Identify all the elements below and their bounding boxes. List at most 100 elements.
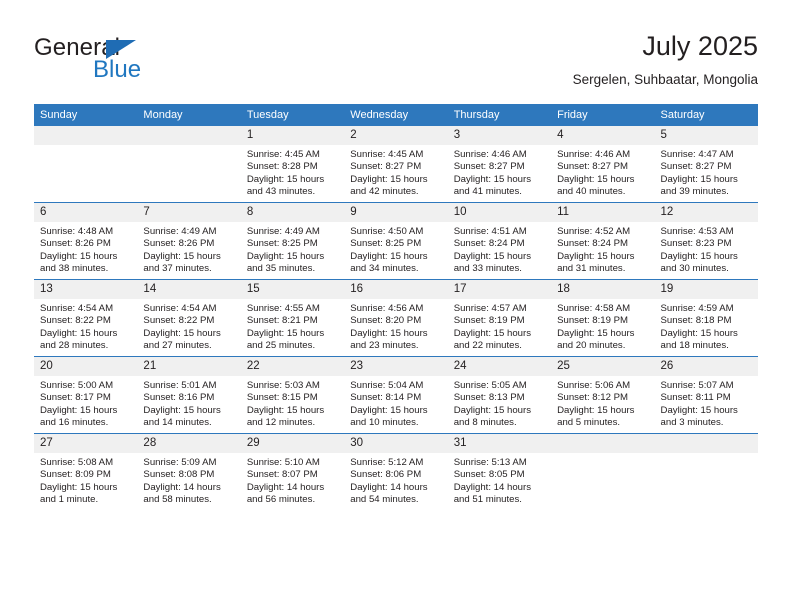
- day-details: Sunrise: 4:59 AM Sunset: 8:18 PM Daylight:…: [655, 299, 758, 353]
- calendar-day-cell[interactable]: 2 Sunrise: 4:45 AM Sunset: 8:27 PM Daylight…: [344, 126, 448, 203]
- day-cell-inner: 17 Sunrise: 4:57 AM Sunset: 8:19 PM Dayligh…: [447, 280, 552, 356]
- daylight-text-line1: Daylight: 15 hours: [660, 173, 738, 185]
- sunset-text: Sunset: 8:25 PM: [350, 238, 422, 250]
- day-number: 15: [240, 280, 345, 299]
- daylight-text-line2: and 31 minutes.: [557, 263, 626, 275]
- calendar-day-cell[interactable]: 7 Sunrise: 4:49 AM Sunset: 8:26 PM Daylight…: [137, 202, 241, 280]
- day-details: Sunrise: 4:46 AM Sunset: 8:27 PM Daylight:…: [551, 145, 654, 199]
- calendar-day-cell[interactable]: 9 Sunrise: 4:50 AM Sunset: 8:25 PM Daylight…: [344, 202, 448, 280]
- daylight-text-line2: and 42 minutes.: [350, 186, 419, 198]
- daylight-text-line1: Daylight: 15 hours: [143, 327, 221, 339]
- daylight-text-line1: Daylight: 15 hours: [143, 250, 221, 262]
- sunrise-text: Sunrise: 4:51 AM: [453, 226, 527, 237]
- day-details: Sunrise: 5:04 AM Sunset: 8:14 PM Daylight:…: [344, 376, 447, 430]
- day-cell-inner: 8 Sunrise: 4:49 AM Sunset: 8:25 PM Daylight…: [240, 203, 345, 279]
- day-number: 1: [240, 126, 345, 145]
- calendar-day-cell[interactable]: 29 Sunrise: 5:10 AM Sunset: 8:07 PM Dayligh…: [240, 433, 345, 510]
- calendar-day-cell[interactable]: 23 Sunrise: 5:04 AM Sunset: 8:14 PM Dayligh…: [344, 356, 448, 434]
- daylight-text-line2: and 40 minutes.: [557, 186, 626, 198]
- calendar-day-cell[interactable]: 8 Sunrise: 4:49 AM Sunset: 8:25 PM Daylight…: [240, 202, 345, 280]
- calendar-day-cell[interactable]: 13 Sunrise: 4:54 AM Sunset: 8:22 PM Dayligh…: [34, 279, 138, 357]
- day-details: Sunrise: 4:54 AM Sunset: 8:22 PM Daylight:…: [137, 299, 240, 353]
- sunrise-text: Sunrise: 4:48 AM: [40, 226, 114, 237]
- daylight-text-line1: Daylight: 14 hours: [246, 481, 325, 493]
- day-number: 3: [447, 126, 552, 145]
- sunrise-text: Sunrise: 4:46 AM: [557, 149, 631, 160]
- day-number: 27: [34, 434, 138, 453]
- calendar-day-cell[interactable]: 30 Sunrise: 5:12 AM Sunset: 8:06 PM Dayligh…: [344, 433, 448, 510]
- daylight-text-line2: and 56 minutes.: [246, 494, 316, 506]
- day-details: Sunrise: 5:12 AM Sunset: 8:06 PM Daylight:…: [344, 453, 447, 507]
- sunset-text: Sunset: 8:09 PM: [40, 469, 111, 481]
- daylight-text-line2: and 23 minutes.: [350, 340, 419, 352]
- calendar-day-cell[interactable]: 31 Sunrise: 5:13 AM Sunset: 8:05 PM Dayligh…: [447, 433, 552, 510]
- day-number: 10: [447, 203, 552, 222]
- daylight-text-line2: and 38 minutes.: [40, 263, 109, 275]
- sunrise-text: Sunrise: 5:00 AM: [40, 380, 114, 391]
- calendar-day-cell[interactable]: 16 Sunrise: 4:56 AM Sunset: 8:20 PM Dayligh…: [344, 279, 448, 357]
- calendar-day-cell[interactable]: 25 Sunrise: 5:06 AM Sunset: 8:12 PM Dayligh…: [551, 356, 655, 434]
- sunset-text: Sunset: 8:25 PM: [246, 238, 318, 250]
- calendar-day-cell[interactable]: 6 Sunrise: 4:48 AM Sunset: 8:26 PM Daylight…: [34, 202, 138, 280]
- calendar-day-cell[interactable]: 24 Sunrise: 5:05 AM Sunset: 8:13 PM Dayligh…: [447, 356, 552, 434]
- calendar-day-cell[interactable]: 27 Sunrise: 5:08 AM Sunset: 8:09 PM Dayligh…: [34, 433, 138, 510]
- calendar-day-cell[interactable]: 1 Sunrise: 4:45 AM Sunset: 8:28 PM Daylight…: [240, 126, 345, 203]
- calendar-day-cell[interactable]: 20 Sunrise: 5:00 AM Sunset: 8:17 PM Dayligh…: [34, 356, 138, 434]
- daylight-text-line1: Daylight: 15 hours: [350, 327, 428, 339]
- day-details: [34, 145, 137, 149]
- day-details: Sunrise: 4:54 AM Sunset: 8:22 PM Daylight:…: [34, 299, 137, 353]
- sunset-text: Sunset: 8:23 PM: [660, 238, 732, 250]
- day-details: Sunrise: 4:50 AM Sunset: 8:25 PM Daylight:…: [344, 222, 447, 276]
- day-details: Sunrise: 4:46 AM Sunset: 8:27 PM Daylight:…: [448, 145, 551, 199]
- calendar-day-cell[interactable]: 15 Sunrise: 4:55 AM Sunset: 8:21 PM Dayligh…: [240, 279, 345, 357]
- calendar-day-cell[interactable]: 17 Sunrise: 4:57 AM Sunset: 8:19 PM Dayligh…: [447, 279, 552, 357]
- daylight-text-line2: and 10 minutes.: [350, 417, 419, 429]
- sunset-text: Sunset: 8:06 PM: [350, 469, 422, 481]
- day-number: [34, 126, 138, 145]
- calendar-day-cell[interactable]: 3 Sunrise: 4:46 AM Sunset: 8:27 PM Daylight…: [447, 126, 552, 203]
- day-number: 5: [654, 126, 758, 145]
- day-number: [551, 434, 655, 453]
- sunset-text: Sunset: 8:22 PM: [143, 315, 215, 327]
- daylight-text-line2: and 1 minute.: [40, 494, 99, 506]
- day-cell-inner: 23 Sunrise: 5:04 AM Sunset: 8:14 PM Dayligh…: [344, 357, 448, 433]
- day-number: 18: [551, 280, 655, 299]
- day-details: Sunrise: 4:45 AM Sunset: 8:27 PM Daylight:…: [344, 145, 447, 199]
- sunset-text: Sunset: 8:19 PM: [557, 315, 629, 327]
- sunrise-text: Sunrise: 4:46 AM: [453, 149, 527, 160]
- calendar-day-cell[interactable]: 12 Sunrise: 4:53 AM Sunset: 8:23 PM Dayligh…: [654, 202, 758, 280]
- day-details: Sunrise: 5:09 AM Sunset: 8:08 PM Daylight:…: [137, 453, 240, 507]
- sunrise-text: Sunrise: 5:09 AM: [143, 457, 217, 468]
- calendar-day-cell[interactable]: 10 Sunrise: 4:51 AM Sunset: 8:24 PM Dayligh…: [447, 202, 552, 280]
- weekday-header: Sunday Monday Tuesday Wednesday Thursday…: [34, 104, 758, 126]
- calendar-day-cell[interactable]: 22 Sunrise: 5:03 AM Sunset: 8:15 PM Dayligh…: [240, 356, 345, 434]
- calendar-day-cell[interactable]: 28 Sunrise: 5:09 AM Sunset: 8:08 PM Dayligh…: [137, 433, 241, 510]
- page-title: July 2025: [642, 31, 758, 61]
- day-cell-inner: 20 Sunrise: 5:00 AM Sunset: 8:17 PM Dayligh…: [34, 357, 138, 433]
- daylight-text-line1: Daylight: 15 hours: [143, 404, 221, 416]
- day-cell-inner: 12 Sunrise: 4:53 AM Sunset: 8:23 PM Dayligh…: [654, 203, 758, 279]
- daylight-text-line2: and 37 minutes.: [143, 263, 212, 275]
- weekday-header-monday: Monday: [137, 104, 241, 126]
- day-details: Sunrise: 4:58 AM Sunset: 8:19 PM Daylight:…: [551, 299, 654, 353]
- sunrise-text: Sunrise: 5:03 AM: [246, 380, 320, 391]
- general-blue-logo[interactable]: General Blue: [34, 34, 214, 90]
- calendar-page: General Blue July 2025 Sergelen, Suhbaat…: [0, 0, 792, 612]
- day-details: Sunrise: 5:00 AM Sunset: 8:17 PM Daylight:…: [34, 376, 137, 430]
- calendar-table: Sunday Monday Tuesday Wednesday Thursday…: [34, 104, 758, 510]
- sunset-text: Sunset: 8:05 PM: [453, 469, 525, 481]
- calendar-day-cell[interactable]: 21 Sunrise: 5:01 AM Sunset: 8:16 PM Dayligh…: [137, 356, 241, 434]
- daylight-text-line2: and 28 minutes.: [40, 340, 109, 352]
- calendar-day-cell[interactable]: 4 Sunrise: 4:46 AM Sunset: 8:27 PM Daylight…: [551, 126, 655, 203]
- calendar-day-cell[interactable]: 11 Sunrise: 4:52 AM Sunset: 8:24 PM Dayligh…: [551, 202, 655, 280]
- calendar-day-cell[interactable]: 18 Sunrise: 4:58 AM Sunset: 8:19 PM Dayligh…: [551, 279, 655, 357]
- calendar-day-cell[interactable]: 26 Sunrise: 5:07 AM Sunset: 8:11 PM Dayligh…: [654, 356, 758, 434]
- calendar-day-cell[interactable]: 19 Sunrise: 4:59 AM Sunset: 8:18 PM Dayligh…: [654, 279, 758, 357]
- calendar-header-row: Sunday Monday Tuesday Wednesday Thursday…: [34, 104, 758, 126]
- sunrise-text: Sunrise: 5:08 AM: [40, 457, 114, 468]
- calendar-day-cell[interactable]: 5 Sunrise: 4:47 AM Sunset: 8:27 PM Daylight…: [654, 126, 758, 203]
- sunset-text: Sunset: 8:12 PM: [557, 392, 629, 404]
- page-subtitle: Sergelen, Suhbaatar, Mongolia: [572, 72, 758, 87]
- calendar-day-cell[interactable]: 14 Sunrise: 4:54 AM Sunset: 8:22 PM Dayligh…: [137, 279, 241, 357]
- day-cell-inner: 21 Sunrise: 5:01 AM Sunset: 8:16 PM Dayligh…: [137, 357, 241, 433]
